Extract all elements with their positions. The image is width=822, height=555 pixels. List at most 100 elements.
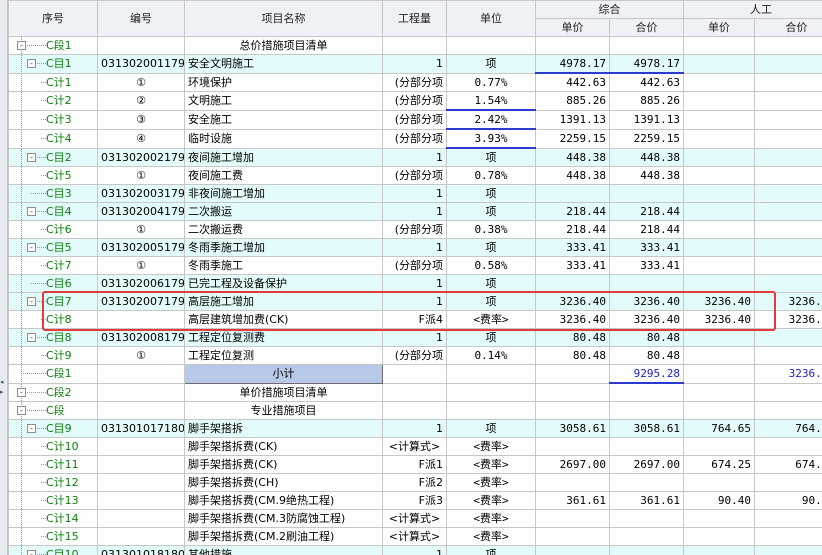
cell-unit-price[interactable]: 3236.40 [535, 292, 610, 311]
cell-unit-price[interactable]: 448.38 [535, 166, 610, 185]
cell-labor-total-price[interactable]: 3236.40 [754, 292, 822, 311]
cell-unit[interactable] [446, 364, 536, 384]
collapse-toggle-icon[interactable]: - [27, 333, 36, 342]
table-row[interactable]: C计13 脚手架搭拆费(CM.9绝热工程) F派3 <费率> 361.61 361.61 9… [8, 491, 822, 510]
cell-labor-total-price[interactable] [754, 256, 822, 275]
cell-labor-unit-price[interactable] [683, 220, 755, 239]
cell-labor-total-price[interactable] [754, 473, 822, 492]
cell-qty[interactable]: <计算式> [382, 509, 447, 528]
cell-labor-unit-price[interactable] [683, 91, 755, 111]
cell-labor-unit-price[interactable] [683, 202, 755, 221]
cell-qty[interactable] [382, 401, 447, 420]
cell-unit-price[interactable]: 218.44 [535, 220, 610, 239]
cell-labor-total-price[interactable] [754, 382, 822, 402]
cell-total-price[interactable]: 218.44 [609, 202, 684, 221]
cell-code[interactable]: 0313020041795 [97, 202, 185, 221]
cell-unit[interactable]: <费率> [446, 310, 536, 329]
table-row[interactable]: - C目8 0313020081799 工程定位复测费 1 项 80.48 80.48 [8, 328, 822, 347]
cell-unit[interactable]: <费率> [446, 509, 536, 528]
cell-unit-price[interactable] [535, 401, 610, 420]
header-unit-price[interactable]: 单价 [535, 18, 610, 37]
cell-seq[interactable]: - C段2 [8, 382, 98, 402]
cell-code[interactable]: ① [97, 346, 185, 365]
cell-code[interactable] [97, 455, 185, 474]
cell-unit-price[interactable]: 218.44 [535, 202, 610, 221]
cell-labor-total-price[interactable] [754, 545, 822, 555]
cell-labor-unit-price[interactable] [683, 509, 755, 528]
cell-code[interactable]: 0313020081799 [97, 328, 185, 347]
cell-unit-price[interactable]: 4978.17 [535, 54, 610, 74]
table-row[interactable]: C计12 脚手架搭拆费(CH) F派2 <费率> [8, 473, 822, 492]
cell-unit-price[interactable]: 80.48 [535, 328, 610, 347]
cell-code[interactable] [97, 310, 185, 329]
cell-total-price[interactable]: 885.26 [609, 91, 684, 111]
cell-unit[interactable]: <费率> [446, 437, 536, 456]
cell-labor-total-price[interactable] [754, 72, 822, 92]
cell-unit-price[interactable]: 1391.13 [535, 109, 610, 130]
cell-labor-total-price[interactable] [754, 401, 822, 420]
cell-code[interactable]: ③ [97, 109, 185, 130]
cell-code[interactable] [97, 401, 185, 420]
cell-code[interactable]: 0313020031794 [97, 184, 185, 203]
cell-seq[interactable]: - C目5 [8, 238, 98, 257]
cell-labor-unit-price[interactable] [683, 274, 755, 293]
cell-qty[interactable]: 1 [382, 238, 447, 257]
cell-labor-unit-price[interactable]: 674.25 [683, 455, 755, 474]
cell-labor-unit-price[interactable] [683, 328, 755, 347]
table-row[interactable]: C计7 ① 冬雨季施工 (分部分项 0.58% 333.41 333.41 [8, 256, 822, 275]
cell-unit[interactable]: 0.78% [446, 166, 536, 185]
cell-total-price[interactable] [609, 36, 684, 55]
cell-qty[interactable] [382, 382, 447, 402]
cell-seq[interactable]: C计5 [8, 166, 98, 185]
collapse-toggle-icon[interactable]: - [27, 550, 36, 555]
cell-labor-total-price[interactable] [754, 274, 822, 293]
table-row[interactable]: - C目7 0313020071798 高层施工增加 1 项 3236.40 3236.40 3… [8, 292, 822, 311]
cell-seq[interactable]: - C目10 [8, 545, 98, 555]
cell-unit[interactable]: 项 [446, 328, 536, 347]
cell-name[interactable]: 安全施工 [184, 109, 383, 130]
collapse-toggle-icon[interactable]: - [17, 41, 26, 50]
cell-qty[interactable]: F派1 [382, 455, 447, 474]
collapse-toggle-icon[interactable]: - [27, 59, 36, 69]
cell-name[interactable]: 脚手架搭拆费(CK) [184, 437, 383, 456]
cell-qty[interactable]: 1 [382, 419, 447, 438]
cell-seq[interactable]: C计13 [8, 491, 98, 510]
cell-labor-total-price[interactable] [754, 166, 822, 185]
cell-total-price[interactable]: 218.44 [609, 220, 684, 239]
cell-unit-price[interactable] [535, 274, 610, 293]
table-row[interactable]: C计15 脚手架搭拆费(CM.2刷油工程) <计算式> <费率> [8, 527, 822, 546]
cell-labor-total-price[interactable] [754, 147, 822, 167]
cell-labor-unit-price[interactable] [683, 54, 755, 74]
cell-unit-price[interactable]: 333.41 [535, 256, 610, 275]
cell-name[interactable]: 已完工程及设备保护 [184, 274, 383, 293]
header-labor-total-price[interactable]: 合价 [754, 18, 822, 37]
cell-labor-unit-price[interactable]: 3236.40 [683, 310, 755, 329]
cell-name[interactable]: 高层施工增加 [184, 292, 383, 311]
cell-qty[interactable]: 1 [382, 292, 447, 311]
cell-labor-unit-price[interactable] [683, 36, 755, 55]
table-row[interactable]: C段1 小计 9295.28 3236.40 [8, 364, 822, 384]
cell-unit-price[interactable] [535, 437, 610, 456]
header-seq[interactable]: 序号 [8, 0, 98, 37]
cell-unit-price[interactable] [535, 509, 610, 528]
cell-code[interactable] [97, 364, 185, 384]
table-row[interactable]: - C目2 0313020021793 夜间施工增加 1 项 448.38 448.38 [8, 147, 822, 167]
cell-seq[interactable]: C计8 [8, 310, 98, 329]
cell-unit-price[interactable] [535, 473, 610, 492]
cell-labor-total-price[interactable] [754, 202, 822, 221]
cell-qty[interactable]: (分部分项 [382, 166, 447, 185]
cell-labor-total-price[interactable] [754, 54, 822, 74]
header-name[interactable]: 项目名称 [184, 0, 383, 37]
cell-unit[interactable]: 项 [446, 147, 536, 167]
cell-unit[interactable]: 0.58% [446, 256, 536, 275]
cell-unit[interactable]: 0.38% [446, 220, 536, 239]
cell-code[interactable]: ① [97, 220, 185, 239]
cell-seq[interactable]: C计3 [8, 109, 98, 130]
cell-unit-price[interactable] [535, 382, 610, 402]
cell-labor-unit-price[interactable] [683, 72, 755, 92]
cell-labor-total-price[interactable] [754, 437, 822, 456]
cell-code[interactable]: 0313020021793 [97, 147, 185, 167]
cell-labor-unit-price[interactable] [683, 166, 755, 185]
cell-seq[interactable]: C计9 [8, 346, 98, 365]
table-row[interactable]: - C段1 总价措施项目清单 [8, 36, 822, 55]
